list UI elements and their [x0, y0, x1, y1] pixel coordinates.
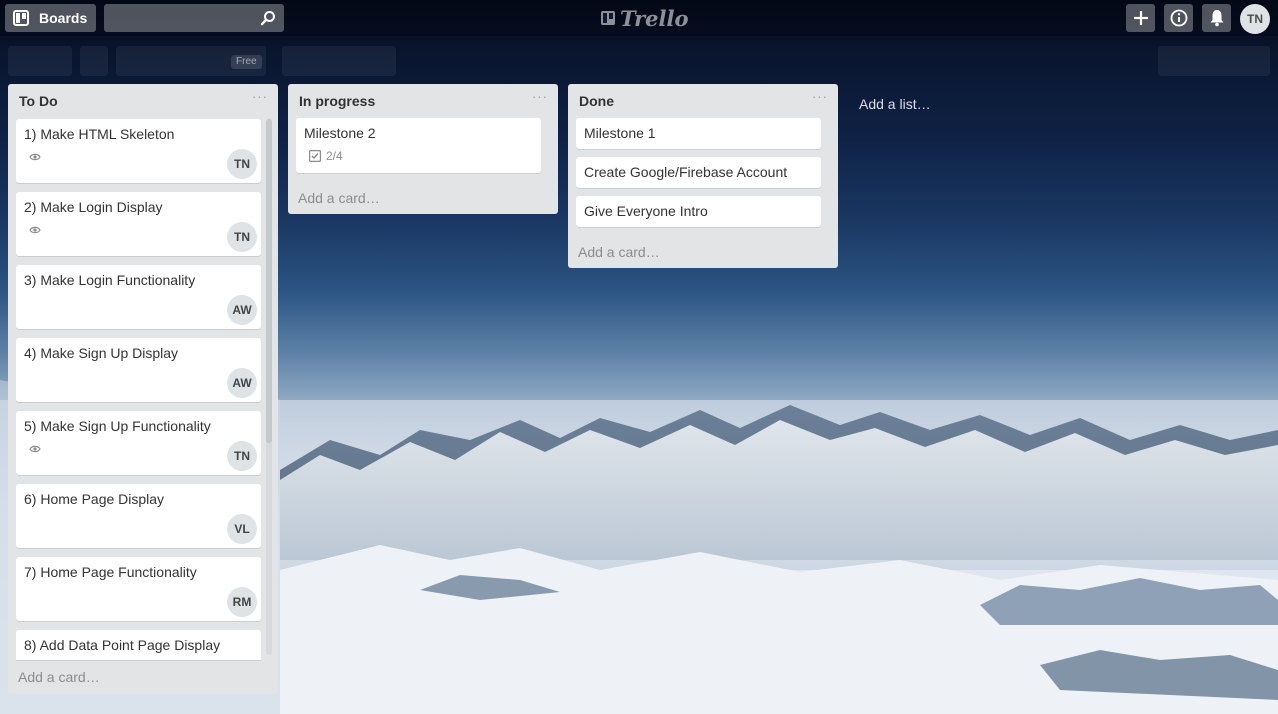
- notifications-button[interactable]: [1202, 4, 1231, 32]
- list-scrollbar[interactable]: [266, 119, 272, 443]
- search-input[interactable]: [104, 4, 284, 32]
- add-card-button[interactable]: Add a card…: [578, 244, 660, 260]
- card-title: Give Everyone Intro: [584, 203, 708, 219]
- card[interactable]: Milestone 2 2/4: [296, 118, 541, 173]
- top-header: Boards Trello TN: [0, 0, 1278, 36]
- list-title[interactable]: To Do: [19, 93, 58, 109]
- card-title: 4) Make Sign Up Display: [24, 345, 179, 361]
- boards-icon: [13, 10, 29, 26]
- add-button[interactable]: [1126, 4, 1155, 32]
- trello-logo-icon: [601, 11, 615, 25]
- card-title: 3) Make Login Functionality: [24, 272, 196, 288]
- checklist-count: 2/4: [326, 149, 343, 163]
- user-avatar[interactable]: TN: [1240, 4, 1270, 34]
- card[interactable]: 4) Make Sign Up Display AW: [16, 338, 261, 402]
- eye-icon: [29, 153, 41, 161]
- board-name-button[interactable]: [8, 46, 72, 76]
- member-avatar[interactable]: AW: [227, 295, 257, 325]
- card[interactable]: Create Google/Firebase Account: [576, 157, 821, 188]
- list-title[interactable]: Done: [579, 93, 614, 109]
- checklist-badge: 2/4: [309, 149, 343, 163]
- card[interactable]: Give Everyone Intro: [576, 196, 821, 227]
- team-visible-button[interactable]: [282, 46, 396, 76]
- member-avatar[interactable]: AW: [227, 368, 257, 398]
- card-title: Create Google/Firebase Account: [584, 164, 788, 180]
- plus-icon: [1133, 11, 1148, 25]
- member-avatar[interactable]: VL: [227, 514, 257, 544]
- card[interactable]: 5) Make Sign Up Functionality TN: [16, 411, 261, 475]
- add-list-button[interactable]: Add a list…: [859, 96, 931, 112]
- star-board-button[interactable]: [80, 46, 108, 76]
- add-card-button[interactable]: Add a card…: [298, 190, 380, 206]
- card[interactable]: 7) Home Page Functionality RM: [16, 557, 261, 621]
- free-badge: Free: [231, 55, 262, 69]
- boards-button[interactable]: Boards: [5, 4, 96, 32]
- card[interactable]: 6) Home Page Display VL: [16, 484, 261, 548]
- trello-logo[interactable]: Trello: [600, 5, 689, 31]
- card-title: 7) Home Page Functionality: [24, 564, 197, 580]
- card-title: 1) Make HTML Skeleton: [24, 126, 175, 142]
- list-menu-button[interactable]: ···: [532, 89, 548, 104]
- boards-label: Boards: [39, 10, 88, 26]
- card[interactable]: Milestone 1: [576, 118, 821, 149]
- card[interactable]: 1) Make HTML Skeleton TN: [16, 119, 261, 183]
- list-in-progress: In progress ··· Milestone 2 2/4 Add a ca…: [288, 84, 558, 214]
- list-title[interactable]: In progress: [299, 93, 375, 109]
- add-card-button[interactable]: Add a card…: [18, 669, 100, 685]
- card[interactable]: 3) Make Login Functionality AW: [16, 265, 261, 329]
- card-title: 5) Make Sign Up Functionality: [24, 418, 211, 434]
- checklist-icon: [309, 150, 321, 162]
- eye-icon: [29, 226, 41, 234]
- member-avatar[interactable]: RM: [227, 587, 257, 617]
- card-title: 8) Add Data Point Page Display: [24, 637, 221, 653]
- list-menu-button[interactable]: ···: [252, 89, 268, 104]
- info-icon: [1170, 9, 1187, 27]
- member-avatar[interactable]: TN: [227, 441, 257, 471]
- card-title: Milestone 1: [584, 125, 656, 141]
- card[interactable]: 8) Add Data Point Page Display: [16, 630, 261, 660]
- card[interactable]: 2) Make Login Display TN: [16, 192, 261, 256]
- eye-icon: [29, 445, 41, 453]
- show-menu-button[interactable]: [1158, 46, 1270, 76]
- logo-text: Trello: [620, 5, 689, 31]
- card-title: 2) Make Login Display: [24, 199, 163, 215]
- list-menu-button[interactable]: ···: [812, 89, 828, 104]
- member-avatar[interactable]: TN: [227, 149, 257, 179]
- search-icon[interactable]: [260, 10, 276, 26]
- card-title: Milestone 2: [304, 125, 376, 141]
- card-title: 6) Home Page Display: [24, 491, 165, 507]
- info-button[interactable]: [1164, 4, 1193, 32]
- bell-icon: [1210, 10, 1223, 27]
- list-done: Done ··· Milestone 1 Create Google/Fireb…: [568, 84, 838, 268]
- member-avatar[interactable]: TN: [227, 222, 257, 252]
